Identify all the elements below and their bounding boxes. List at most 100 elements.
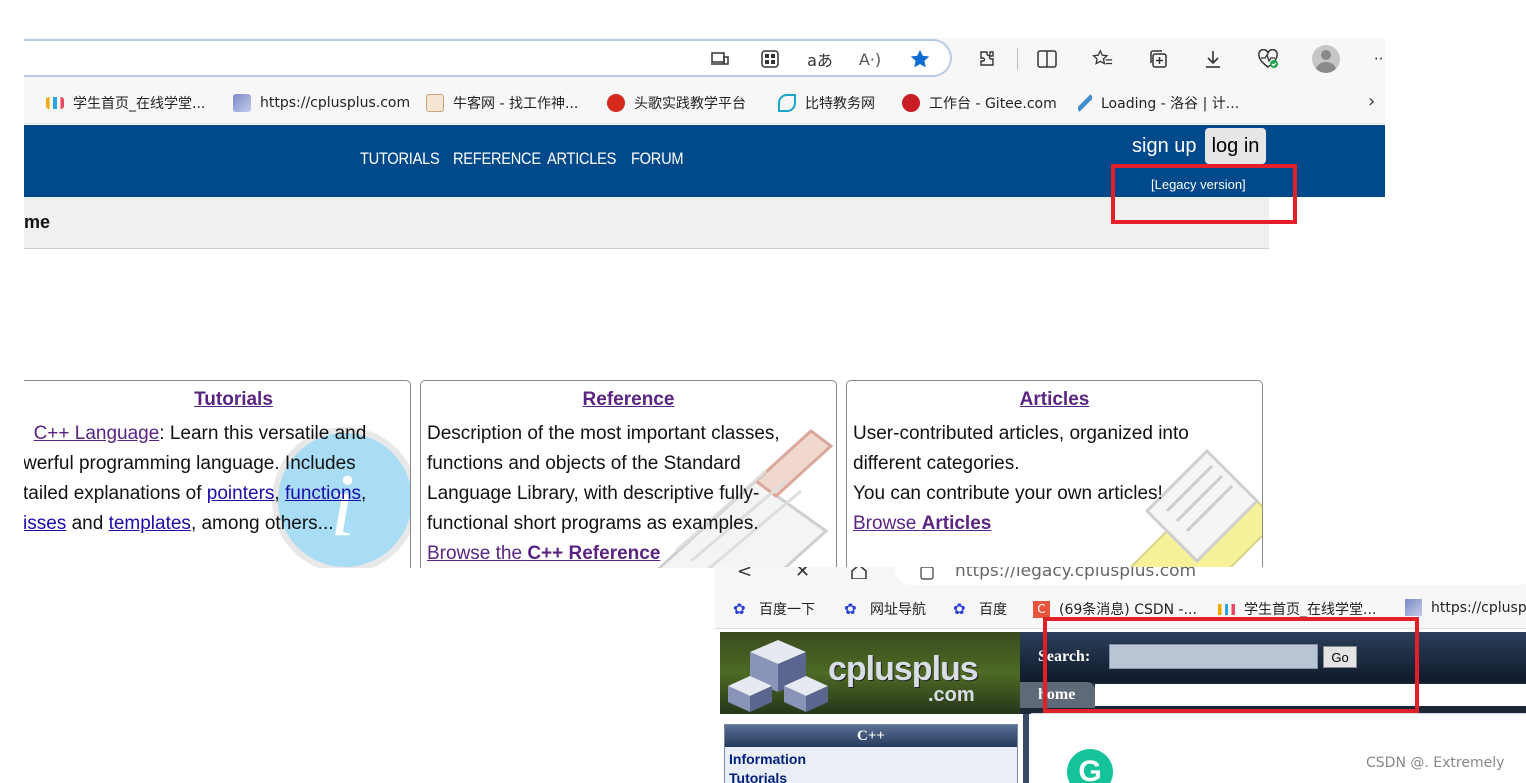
legacy-logo[interactable]: cplusplus .com bbox=[720, 632, 1020, 714]
bookmark-label: https://cplusp bbox=[1431, 599, 1526, 616]
toolbar-separator bbox=[1017, 48, 1018, 70]
baidu-paw-icon: ✿ bbox=[844, 599, 857, 618]
new-site-screenshot: aあ A·) ··· 学生首页_在线学堂... bbox=[24, 38, 1385, 568]
translate-icon[interactable]: aあ bbox=[807, 46, 833, 72]
card-body: User-contributed articles, organized int… bbox=[853, 419, 1248, 539]
card-title[interactable]: Reference bbox=[421, 389, 836, 411]
collections-icon[interactable] bbox=[1145, 46, 1171, 72]
profile-avatar[interactable] bbox=[1312, 45, 1340, 73]
educoder-favicon-icon bbox=[607, 94, 625, 112]
bookmark-item[interactable]: 工作台 - Gitee.com bbox=[902, 92, 1057, 114]
link-bold: C++ Reference bbox=[527, 543, 661, 564]
bookmark-label: 学生首页_在线学堂... bbox=[1244, 602, 1377, 618]
legacy-browser-toolbar: < ✕ https://legacy.cplusplus.com bbox=[715, 567, 1526, 589]
bookmark-label: 头歌实践教学平台 bbox=[634, 96, 746, 112]
legacy-highlight-box bbox=[1111, 164, 1297, 224]
close-icon[interactable]: ✕ bbox=[795, 567, 810, 582]
bookmark-label: https://cplusplus.com bbox=[260, 95, 411, 111]
card-text-line: Language Library, with descriptive fully… bbox=[427, 483, 760, 504]
card-text-line: and bbox=[66, 513, 109, 534]
nav-forum[interactable]: FORUM bbox=[631, 149, 684, 169]
tutorials-card: i Tutorials C++ Language: Learn this ver… bbox=[24, 380, 411, 568]
nav-tutorials[interactable]: TUTORIALS bbox=[360, 149, 440, 169]
bookmark-label: 比特教务网 bbox=[805, 96, 875, 112]
extensions-icon[interactable] bbox=[974, 46, 1000, 72]
card-body: C++ Language: Learn this versatile and w… bbox=[24, 419, 410, 539]
legacy-site-screenshot: < ✕ https://legacy.cplusplus.com ✿ 百度一下 ✿… bbox=[715, 567, 1526, 783]
apps-icon[interactable] bbox=[757, 46, 783, 72]
bookmark-item[interactable]: https://cplusplus.com bbox=[233, 92, 410, 114]
nav-articles[interactable]: ARTICLES bbox=[547, 149, 616, 169]
browser-health-icon[interactable] bbox=[1255, 46, 1281, 72]
pointers-link[interactable]: pointers bbox=[207, 483, 275, 504]
bookmarks-bar: 学生首页_在线学堂... https://cplusplus.com 牛客网 -… bbox=[24, 82, 1385, 124]
bookmark-label: 百度一下 bbox=[759, 602, 815, 618]
classes-link[interactable]: isses bbox=[24, 513, 66, 534]
back-icon[interactable]: < bbox=[737, 567, 752, 582]
cpp-language-link[interactable]: C++ Language bbox=[34, 423, 160, 444]
link-bold: Articles bbox=[921, 513, 992, 534]
breadcrumb-home[interactable]: me bbox=[24, 212, 50, 233]
bookmark-item[interactable]: ✿ 网址导航 bbox=[844, 599, 926, 619]
bookmark-item[interactable]: https://cplusp bbox=[1405, 599, 1526, 616]
card-text-line: functions and objects of the Standard bbox=[427, 453, 741, 474]
downloads-icon[interactable] bbox=[1200, 46, 1226, 72]
bookmark-item[interactable]: ✿ 百度 bbox=[953, 599, 1007, 619]
baidu-paw-icon: ✿ bbox=[733, 599, 746, 618]
card-text-line: You can contribute your own articles! bbox=[853, 483, 1163, 504]
bookmark-item[interactable]: ✿ 百度一下 bbox=[733, 599, 815, 619]
search-highlight-box bbox=[1043, 617, 1419, 713]
bookmark-item[interactable]: 学生首页_在线学堂... bbox=[1218, 599, 1376, 619]
bookmark-item[interactable]: 牛客网 - 找工作神... bbox=[426, 92, 578, 114]
nav-reference[interactable]: REFERENCE bbox=[453, 149, 541, 169]
csdn-watermark: CSDN @. Extremely bbox=[1366, 755, 1505, 771]
bookmark-item[interactable]: 学生首页_在线学堂... bbox=[46, 92, 205, 114]
reference-card: Reference Description of the most import… bbox=[420, 380, 837, 568]
nowcoder-favicon-icon bbox=[426, 94, 444, 112]
tab-icon[interactable] bbox=[920, 567, 934, 585]
favorites-icon[interactable] bbox=[1090, 46, 1116, 72]
split-screen-icon[interactable] bbox=[1034, 46, 1060, 72]
legacy-sidebar: C++ Information Tutorials bbox=[724, 724, 1018, 783]
chevron-right-icon[interactable]: › bbox=[1368, 91, 1375, 112]
favorite-star-icon[interactable] bbox=[907, 46, 933, 72]
legacy-url-text[interactable]: https://legacy.cplusplus.com bbox=[955, 567, 1196, 581]
sidebar-item-information[interactable]: Information bbox=[729, 751, 806, 767]
browse-articles-link[interactable]: Browse Articles bbox=[853, 509, 1248, 539]
browse-reference-link[interactable]: Browse the C++ Reference bbox=[427, 539, 822, 568]
bookmark-label: 网址导航 bbox=[870, 602, 926, 618]
card-text-line: Description of the most important classe… bbox=[427, 423, 780, 444]
bookmark-item[interactable]: 头歌实践教学平台 bbox=[607, 92, 746, 114]
breadcrumb: me bbox=[24, 197, 1269, 249]
bookmark-label: 牛客网 - 找工作神... bbox=[453, 96, 579, 112]
functions-link[interactable]: functions bbox=[285, 483, 361, 504]
comma: , bbox=[274, 483, 285, 504]
card-title[interactable]: Tutorials bbox=[24, 389, 410, 411]
card-body: Description of the most important classe… bbox=[427, 419, 822, 568]
bookmark-label: Loading - 洛谷 | 计... bbox=[1101, 96, 1240, 112]
link-prefix: Browse the bbox=[427, 543, 528, 564]
bookmark-item[interactable]: Loading - 洛谷 | 计... bbox=[1078, 92, 1239, 114]
read-aloud-icon[interactable]: A·) bbox=[857, 46, 883, 72]
log-in-button[interactable]: log in bbox=[1205, 128, 1266, 164]
device-icon[interactable] bbox=[707, 46, 733, 72]
bookmark-label: 学生首页_在线学堂... bbox=[73, 96, 206, 112]
card-title[interactable]: Articles bbox=[847, 389, 1262, 411]
audio-bars-icon bbox=[46, 97, 64, 109]
bookmark-item[interactable]: 比特教务网 bbox=[778, 92, 875, 114]
home-icon[interactable] bbox=[850, 567, 868, 584]
bookmark-label: (69条消息) CSDN -... bbox=[1059, 602, 1197, 618]
cplusplus-favicon-icon bbox=[1405, 599, 1422, 616]
bookmark-item[interactable]: C (69条消息) CSDN -... bbox=[1033, 599, 1197, 619]
cplusplus-favicon-icon bbox=[233, 94, 251, 112]
logo-com: .com bbox=[928, 684, 975, 706]
more-icon[interactable]: ··· bbox=[1368, 46, 1385, 72]
sidebar-item-tutorials[interactable]: Tutorials bbox=[729, 770, 787, 783]
templates-link[interactable]: templates bbox=[109, 513, 191, 534]
card-text-line: : Learn this versatile and bbox=[159, 423, 367, 444]
bookmark-label: 工作台 - Gitee.com bbox=[929, 96, 1057, 112]
grammarly-icon[interactable]: G bbox=[1067, 749, 1113, 783]
sign-up-link[interactable]: sign up bbox=[1132, 135, 1197, 158]
browser-toolbar: aあ A·) ··· bbox=[24, 38, 1385, 82]
luogu-favicon-icon bbox=[1078, 94, 1092, 112]
